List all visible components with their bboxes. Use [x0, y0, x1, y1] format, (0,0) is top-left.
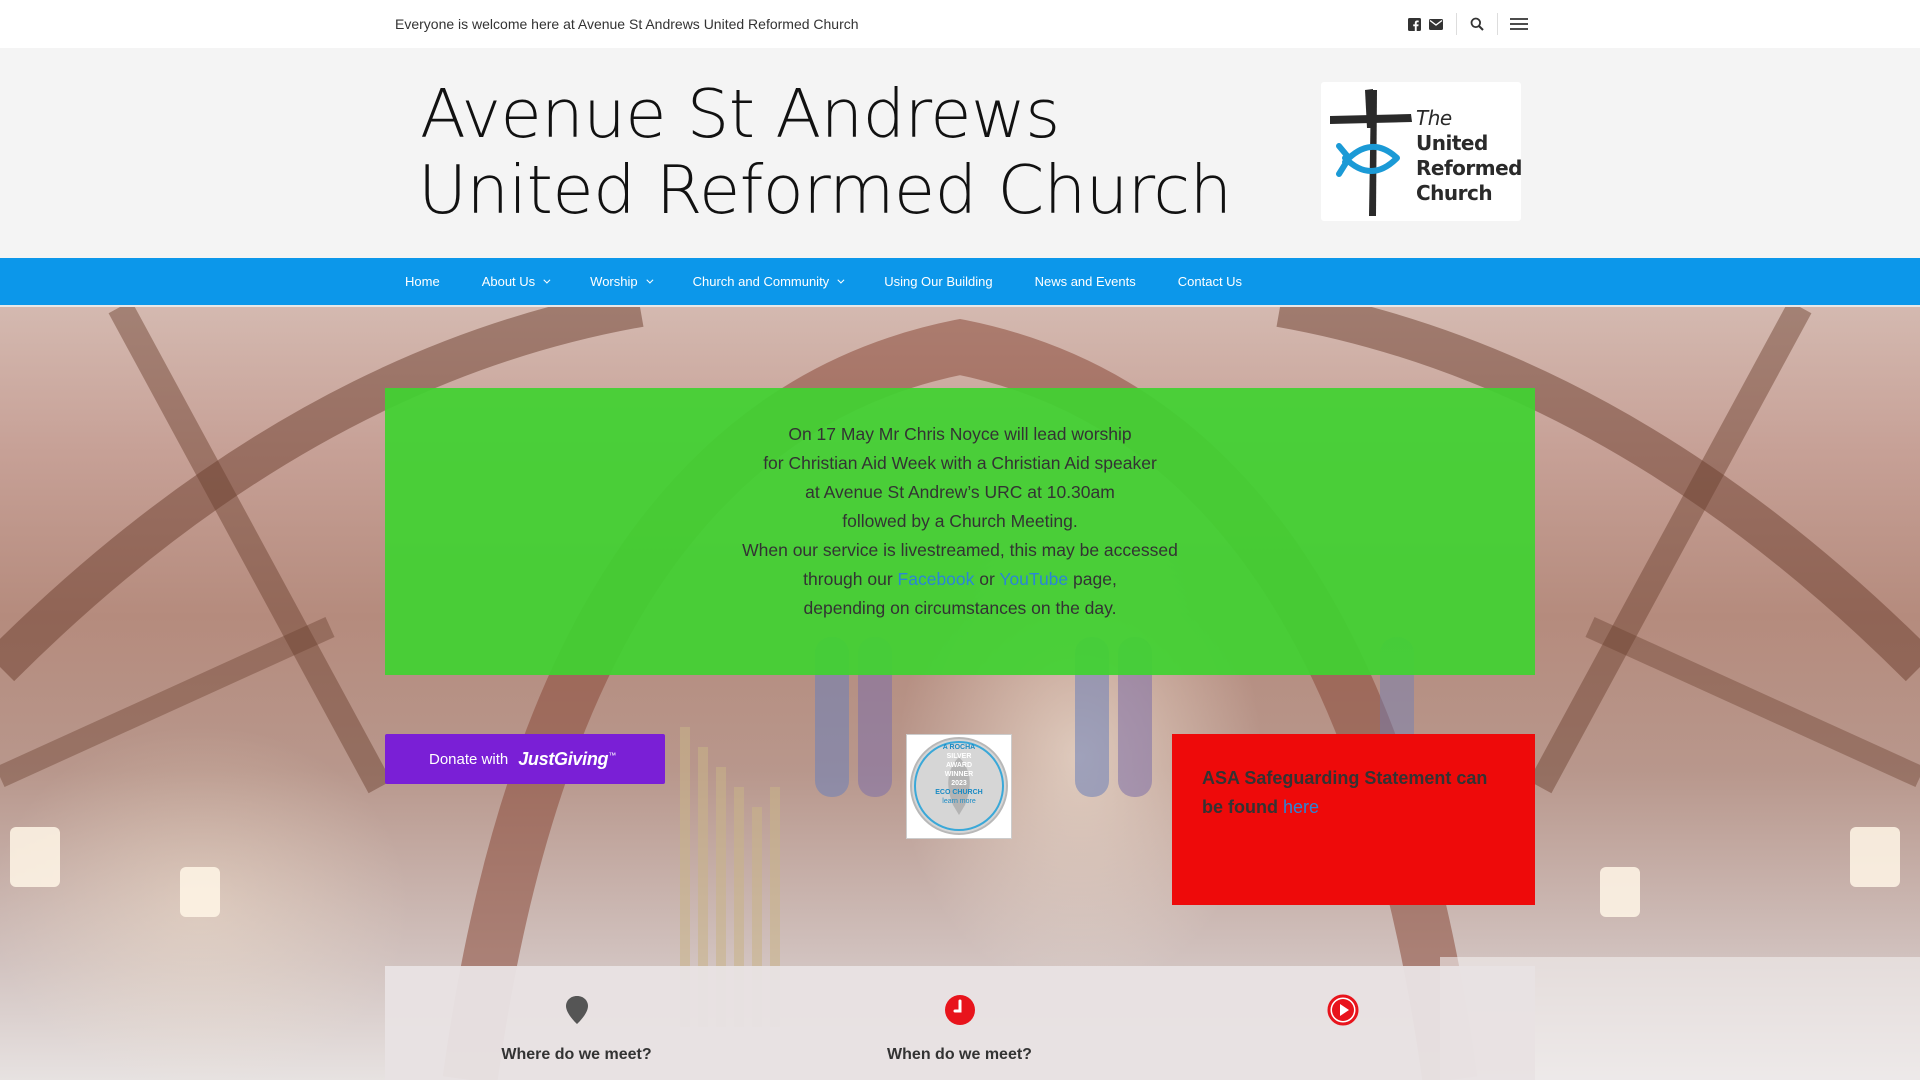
- youtube-link[interactable]: YouTube: [999, 569, 1068, 589]
- urc-logo[interactable]: The United Reformed Church: [1321, 82, 1523, 221]
- top-bar: Everyone is welcome here at Avenue St An…: [0, 0, 1920, 48]
- logo-text-line: United: [1416, 131, 1488, 155]
- nav-item-label: News and Events: [1034, 274, 1136, 289]
- logo-text-line: The: [1416, 106, 1452, 130]
- eco-badge-line: A ROCHA: [942, 744, 976, 751]
- safeguarding-link[interactable]: here: [1283, 797, 1319, 817]
- nav-item-home[interactable]: Home: [384, 274, 461, 289]
- site-title-line: United Reformed Church: [418, 151, 1232, 229]
- clock-icon: [945, 995, 975, 1025]
- justgiving-logo-text: JustGiving: [518, 748, 609, 769]
- text-fragment: or: [974, 569, 1000, 589]
- top-bar-icons: [1405, 12, 1529, 36]
- email-icon[interactable]: [1427, 12, 1445, 36]
- main-navigation: Home About Us Worship Church and Communi…: [0, 258, 1920, 307]
- safeguarding-text: ASA Safeguarding Statement can be found …: [1202, 764, 1512, 822]
- nav-item-label: Worship: [590, 274, 638, 289]
- eco-badge-line: ECO CHURCH: [935, 789, 983, 796]
- announcement-line: depending on circumstances on the day.: [803, 598, 1117, 618]
- safeguarding-box: ASA Safeguarding Statement can be found …: [1172, 734, 1535, 905]
- announcement-line: at Avenue St Andrew’s URC at 10.30am: [805, 482, 1115, 502]
- site-title[interactable]: Avenue St Andrews United Reformed Church: [418, 76, 1232, 228]
- nav-item-worship[interactable]: Worship: [569, 274, 671, 289]
- eco-church-award-badge[interactable]: A ROCHA SILVER AWARD WINNER 2023 ECO CHU…: [906, 734, 1012, 839]
- nav-item-label: About Us: [481, 274, 536, 289]
- info-column-when[interactable]: When do we meet?: [768, 966, 1151, 1080]
- nav-item-label: Church and Community: [692, 274, 830, 289]
- info-panel: Where do we meet? When do we meet?: [385, 966, 1535, 1080]
- eco-badge-line: 2023: [951, 780, 967, 787]
- play-icon: [1327, 994, 1359, 1026]
- chevron-down-icon: [837, 276, 845, 284]
- announcement-line: for Christian Aid Week with a Christian …: [763, 453, 1157, 473]
- nav-item-using-our-building[interactable]: Using Our Building: [863, 274, 1013, 289]
- search-icon[interactable]: [1468, 12, 1486, 36]
- text-fragment: page,: [1068, 569, 1117, 589]
- logo-text-line: Church: [1416, 181, 1493, 205]
- divider: [1497, 13, 1498, 35]
- nav-item-news-and-events[interactable]: News and Events: [1014, 274, 1157, 289]
- announcement-line: On 17 May Mr Chris Noyce will lead worsh…: [788, 424, 1132, 444]
- eco-badge-line: SILVER: [946, 753, 972, 760]
- site-title-line: Avenue St Andrews: [420, 75, 1060, 153]
- divider: [1456, 13, 1457, 35]
- facebook-link[interactable]: Facebook: [898, 569, 975, 589]
- info-label: Where do we meet?: [501, 1046, 652, 1063]
- nav-item-contact-us[interactable]: Contact Us: [1157, 274, 1263, 289]
- safeguarding-statement: ASA Safeguarding Statement can be found: [1202, 768, 1488, 817]
- trademark-mark: ™: [608, 750, 617, 760]
- site-tagline: Everyone is welcome here at Avenue St An…: [395, 16, 859, 32]
- donate-label: Donate with: [429, 750, 509, 768]
- announcement-text: On 17 May Mr Chris Noyce will lead worsh…: [385, 420, 1535, 623]
- site-header: Avenue St Andrews United Reformed Church…: [0, 48, 1920, 258]
- info-column-where[interactable]: Where do we meet?: [385, 966, 768, 1080]
- eco-badge-line: AWARD: [945, 762, 973, 769]
- cross-fish-logo-icon: [1330, 89, 1412, 216]
- facebook-icon[interactable]: [1405, 12, 1423, 36]
- nav-item-label: Using Our Building: [884, 274, 993, 289]
- logo-text: The United Reformed Church: [1416, 106, 1523, 206]
- eco-badge-line: learn more: [942, 798, 976, 805]
- nav-item-label: Home: [405, 274, 440, 289]
- chevron-down-icon: [543, 276, 551, 284]
- info-column-video[interactable]: [1151, 966, 1534, 1080]
- info-label: When do we meet?: [887, 1046, 1032, 1063]
- menu-icon[interactable]: [1509, 12, 1529, 36]
- donate-justgiving-button[interactable]: Donate with JustGiving ™: [385, 734, 665, 784]
- announcement-line: through our Facebook or YouTube page,: [385, 565, 1535, 594]
- nav-item-church-and-community[interactable]: Church and Community: [672, 274, 864, 289]
- announcement-line: When our service is livestreamed, this m…: [742, 540, 1178, 560]
- nav-item-label: Contact Us: [1177, 274, 1243, 289]
- announcement-box: On 17 May Mr Chris Noyce will lead worsh…: [385, 388, 1535, 675]
- eco-badge-text: A ROCHA SILVER AWARD WINNER 2023 ECO CHU…: [907, 743, 1011, 806]
- announcement-line: followed by a Church Meeting.: [842, 511, 1078, 531]
- eco-badge-line: WINNER: [944, 771, 974, 778]
- nav-item-about-us[interactable]: About Us: [461, 274, 569, 289]
- map-pin-icon: [566, 996, 588, 1024]
- text-fragment: through our: [803, 569, 898, 589]
- logo-text-line: Reformed: [1416, 156, 1523, 180]
- chevron-down-icon: [646, 276, 654, 284]
